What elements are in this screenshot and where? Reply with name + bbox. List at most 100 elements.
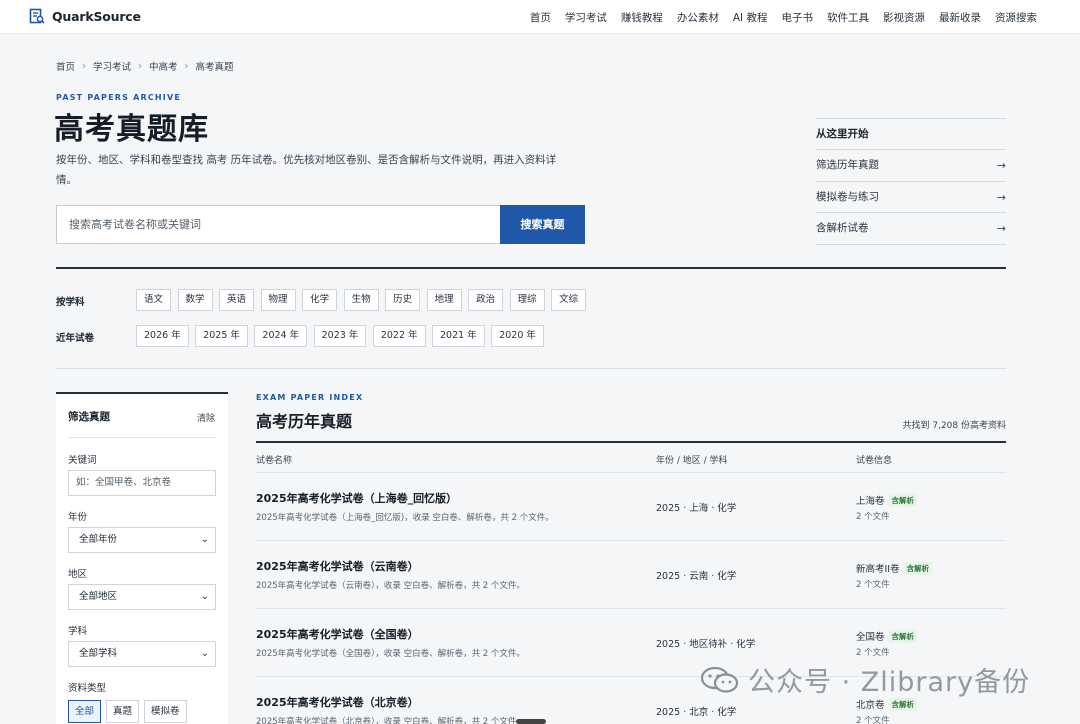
paper-meta: 2025 · 地区待补 · 化学 bbox=[656, 639, 756, 650]
section-divider bbox=[256, 441, 1006, 443]
chevron-right-icon: › bbox=[138, 60, 143, 72]
region-filter-label: 地区 bbox=[68, 569, 88, 580]
paper-region: 北京卷 bbox=[856, 700, 885, 711]
chevron-down-icon: ⌄ bbox=[200, 534, 209, 545]
paper-desc: 2025年高考化学试卷（北京卷），收录 空白卷、解析卷，共 2 个文件。 bbox=[256, 717, 525, 724]
hero-eyebrow: PAST PAPERS ARCHIVE bbox=[56, 93, 182, 102]
year-chip[interactable]: 2021 年 bbox=[432, 325, 485, 347]
type-chip-real[interactable]: 真题 bbox=[106, 700, 140, 723]
nav-home[interactable]: 首页 bbox=[530, 10, 551, 25]
paper-info: 北京卷 含解析 bbox=[856, 697, 918, 711]
file-count: 2 个文件 bbox=[856, 512, 890, 522]
nav-software[interactable]: 软件工具 bbox=[827, 10, 869, 25]
breadcrumb-item[interactable]: 首页 bbox=[56, 59, 75, 73]
paper-info: 新高考II卷 含解析 bbox=[856, 561, 933, 575]
result-count: 共找到 7,208 份高考资料 bbox=[902, 421, 1007, 431]
region-select-value: 全部地区 bbox=[79, 591, 118, 602]
subject-chip[interactable]: 物理 bbox=[260, 289, 296, 311]
year-chip[interactable]: 2022 年 bbox=[372, 325, 426, 347]
hero-intro: 按年份、地区、学科和卷型查找 高考 历年试卷。优先核对地区卷别、是否含解析与文件… bbox=[56, 154, 557, 186]
table-row[interactable]: 2025年高考化学试卷（上海卷_回忆版） 2025年高考化学试卷（上海卷_回忆版… bbox=[256, 473, 1006, 541]
quick-link-label: 模拟卷与练习 bbox=[816, 190, 879, 203]
year-chip[interactable]: 2024 年 bbox=[254, 325, 308, 347]
paper-meta: 2025 · 云南 · 化学 bbox=[656, 571, 737, 582]
arrow-right-icon: → bbox=[996, 222, 1006, 235]
nav-ebook[interactable]: 电子书 bbox=[782, 10, 814, 25]
quick-links: 从这里开始 筛选历年真题 → 模拟卷与练习 → 含解析试卷 → bbox=[816, 118, 1006, 245]
subject-chip[interactable]: 数学 bbox=[177, 289, 213, 311]
watermark: 公众号 · Zlibrary备份 bbox=[700, 660, 1030, 699]
nav-latest[interactable]: 最新收录 bbox=[939, 10, 981, 25]
paper-title[interactable]: 2025年高考化学试卷（全国卷） bbox=[256, 626, 419, 642]
breadcrumb-item[interactable]: 中高考 bbox=[149, 59, 178, 73]
subject-chip[interactable]: 历史 bbox=[385, 289, 421, 311]
chevron-down-icon: ⌄ bbox=[200, 648, 209, 659]
index-title: 高考历年真题 bbox=[256, 412, 353, 431]
column-header: 年份 / 地区 / 学科 bbox=[656, 456, 728, 466]
year-chip[interactable]: 2025 年 bbox=[195, 325, 248, 347]
region-select[interactable]: 全部地区 ⌄ bbox=[68, 584, 216, 610]
quick-links-title: 从这里开始 bbox=[816, 119, 1006, 150]
year-chip[interactable]: 2026 年 bbox=[136, 325, 189, 347]
scrollbar[interactable] bbox=[516, 719, 546, 724]
section-divider bbox=[56, 267, 1006, 269]
paper-title[interactable]: 2025年高考化学试卷（云南卷） bbox=[256, 558, 419, 574]
year-chips: 2026 年 2025 年 2024 年 2023 年 2022 年 2021 … bbox=[136, 325, 550, 347]
type-chip-mock[interactable]: 模拟卷 bbox=[144, 700, 187, 723]
year-label: 近年试卷 bbox=[56, 333, 95, 344]
logo-icon bbox=[29, 8, 45, 24]
subject-chip[interactable]: 文综 bbox=[551, 289, 587, 311]
subject-select[interactable]: 全部学科 ⌄ bbox=[68, 641, 216, 667]
nav-search[interactable]: 资源搜索 bbox=[995, 10, 1037, 25]
search-input[interactable]: 搜索高考试卷名称或关键词 bbox=[56, 205, 500, 244]
subject-chip[interactable]: 语文 bbox=[136, 289, 172, 311]
breadcrumb-item[interactable]: 学习考试 bbox=[93, 59, 131, 73]
quick-link-mock[interactable]: 模拟卷与练习 → bbox=[816, 182, 1006, 213]
subject-label: 按学科 bbox=[56, 297, 85, 308]
brand[interactable]: QuarkSource bbox=[29, 8, 141, 24]
page-title: 高考真题库 bbox=[54, 112, 209, 147]
year-chip[interactable]: 2023 年 bbox=[313, 325, 367, 347]
chevron-down-icon: ⌄ bbox=[200, 591, 209, 602]
section-divider bbox=[56, 368, 1006, 369]
type-chip-all[interactable]: 全部 bbox=[68, 700, 102, 723]
paper-desc: 2025年高考化学试卷（上海卷_回忆版)，收录 空白卷、解析卷，共 2 个文件。 bbox=[256, 513, 554, 523]
search-button[interactable]: 搜索真题 bbox=[500, 205, 585, 244]
column-header: 试卷信息 bbox=[856, 456, 893, 466]
subject-chip[interactable]: 化学 bbox=[302, 289, 338, 311]
subject-chip[interactable]: 理综 bbox=[509, 289, 545, 311]
analysis-badge: 含解析 bbox=[888, 629, 918, 643]
top-navbar: QuarkSource 首页 学习考试 赚钱教程 办公素材 AI 教程 电子书 … bbox=[0, 0, 1080, 34]
nav-video[interactable]: 影视资源 bbox=[883, 10, 925, 25]
nav-study[interactable]: 学习考试 bbox=[565, 10, 607, 25]
subject-chip[interactable]: 政治 bbox=[468, 289, 504, 311]
type-chips: 全部 真题 模拟卷 bbox=[68, 700, 192, 723]
paper-title[interactable]: 2025年高考化学试卷（北京卷） bbox=[256, 694, 419, 710]
subject-chip[interactable]: 英语 bbox=[219, 289, 255, 311]
nav-ai[interactable]: AI 教程 bbox=[733, 10, 768, 25]
paper-info: 上海卷 含解析 bbox=[856, 493, 918, 507]
keyword-input[interactable]: 如：全国甲卷、北京卷 bbox=[68, 470, 216, 496]
subject-chip[interactable]: 生物 bbox=[343, 289, 379, 311]
main-nav: 首页 学习考试 赚钱教程 办公素材 AI 教程 电子书 软件工具 影视资源 最新… bbox=[516, 10, 1037, 25]
quick-link-filter[interactable]: 筛选历年真题 → bbox=[816, 150, 1006, 182]
paper-region: 上海卷 bbox=[856, 496, 885, 507]
subject-chips: 语文 数学 英语 物理 化学 生物 历史 地理 政治 理综 文综 bbox=[136, 289, 593, 311]
nav-earning[interactable]: 赚钱教程 bbox=[621, 10, 663, 25]
arrow-right-icon: → bbox=[996, 159, 1006, 172]
subject-chip[interactable]: 地理 bbox=[426, 289, 462, 311]
nav-office[interactable]: 办公素材 bbox=[677, 10, 719, 25]
filter-title: 筛选真题 bbox=[68, 411, 110, 423]
quick-link-analysis[interactable]: 含解析试卷 → bbox=[816, 213, 1006, 245]
breadcrumb: 首页 › 学习考试 › 中高考 › 高考真题 bbox=[56, 59, 234, 74]
analysis-badge: 含解析 bbox=[903, 561, 933, 575]
year-chip[interactable]: 2020 年 bbox=[491, 325, 544, 347]
arrow-right-icon: → bbox=[996, 190, 1006, 204]
year-select[interactable]: 全部年份 ⌄ bbox=[68, 527, 216, 553]
table-row[interactable]: 2025年高考化学试卷（云南卷） 2025年高考化学试卷（云南卷），收录 空白卷… bbox=[256, 541, 1006, 609]
quick-link-label: 含解析试卷 bbox=[816, 222, 869, 234]
analysis-badge: 含解析 bbox=[888, 697, 918, 711]
clear-filters-button[interactable]: 清除 bbox=[197, 411, 215, 424]
paper-title[interactable]: 2025年高考化学试卷（上海卷_回忆版） bbox=[256, 490, 457, 506]
filter-panel: 筛选真题 清除 关键词 如：全国甲卷、北京卷 年份 全部年份 ⌄ 地区 全部地区… bbox=[56, 392, 228, 724]
